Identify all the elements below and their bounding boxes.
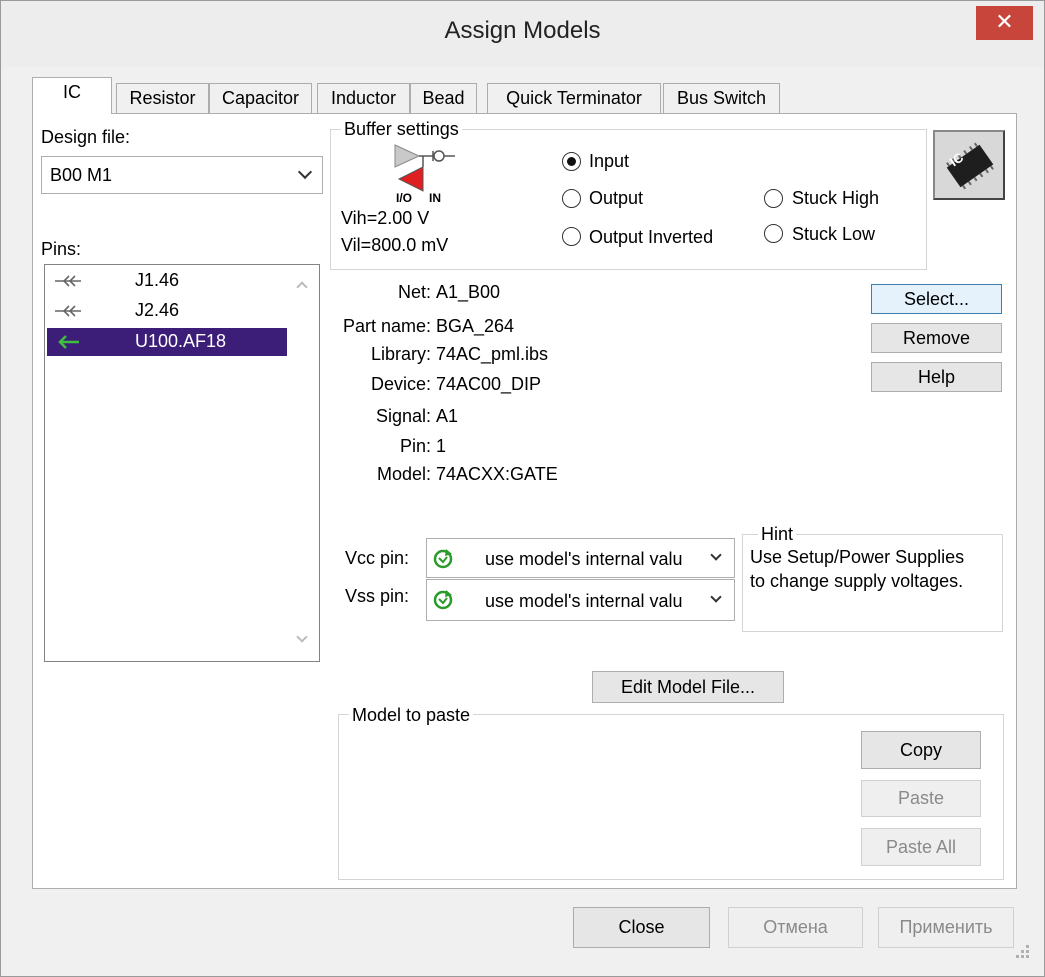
buffer-settings-title: Buffer settings [341, 119, 462, 140]
edit-model-file-button[interactable]: Edit Model File... [592, 671, 784, 703]
hint-title: Hint [758, 524, 797, 545]
resize-grip-icon[interactable] [1013, 942, 1031, 960]
ic-chip-icon: IC [933, 130, 1005, 200]
tab-resistor[interactable]: Resistor [116, 83, 209, 113]
apply-button[interactable]: Применить [878, 907, 1014, 948]
in-label: IN [429, 191, 441, 205]
hint-line-2: to change supply voltages. [750, 571, 964, 591]
tab-capacitor[interactable]: Capacitor [209, 83, 312, 113]
model-to-paste-title: Model to paste [349, 705, 474, 726]
assign-models-dialog: Assign Models ✕ IC Resistor Capacitor In… [0, 0, 1045, 977]
vih-value: Vih=2.00 V [341, 208, 430, 228]
vss-pin-value: use model's internal valu [485, 591, 683, 611]
list-item[interactable]: J1.46 [47, 267, 287, 295]
copy-button[interactable]: Copy [861, 731, 981, 769]
part-name-label: Part name: [342, 316, 431, 336]
chevron-down-icon [297, 164, 313, 180]
list-item[interactable]: J2.46 [47, 297, 287, 325]
tab-bus-switch[interactable]: Bus Switch [663, 83, 780, 113]
design-file-label: Design file: [41, 127, 131, 147]
vcc-pin-value: use model's internal valu [485, 549, 683, 569]
scroll-down-icon[interactable] [296, 631, 308, 643]
model-label: Model: [376, 464, 431, 484]
pin-name: J2.46 [135, 300, 180, 320]
buffer-symbol-icon [394, 144, 455, 192]
signal-value: A1 [436, 406, 459, 426]
pin-name: U100.AF18 [135, 331, 227, 351]
pins-list[interactable]: J1.46 J2.46 U100.AF18 [44, 264, 320, 662]
output-inverted-radio-label: Output Inverted [589, 227, 714, 247]
output-radio[interactable] [562, 189, 581, 208]
scroll-up-icon[interactable] [296, 281, 308, 293]
output-inverted-radio[interactable] [562, 227, 581, 246]
remove-button[interactable]: Remove [871, 323, 1002, 353]
hint-line-1: Use Setup/Power Supplies [750, 547, 965, 567]
paste-button[interactable]: Paste [861, 780, 981, 817]
refresh-model-icon [433, 549, 453, 569]
library-label: Library: [370, 344, 431, 364]
tab-ic[interactable]: IC [32, 77, 112, 114]
part-name-value: BGA_264 [436, 316, 515, 336]
output-radio-label: Output [589, 188, 644, 208]
cancel-button[interactable]: Отмена [728, 907, 863, 948]
tab-bead[interactable]: Bead [410, 83, 477, 113]
close-window-button[interactable]: ✕ [976, 6, 1033, 40]
tab-quick-terminator[interactable]: Quick Terminator [487, 83, 661, 113]
input-pin-arrow-icon [58, 335, 79, 349]
pin-value: 1 [436, 436, 447, 456]
input-radio-label: Input [589, 151, 630, 171]
chevron-down-icon [710, 591, 722, 603]
design-file-value: B00 M1 [50, 165, 113, 185]
tab-inductor[interactable]: Inductor [317, 83, 410, 113]
model-value: 74ACXX:GATE [436, 464, 558, 484]
stuck-high-radio[interactable] [764, 189, 783, 208]
window-title: Assign Models [444, 17, 601, 44]
close-button[interactable]: Close [573, 907, 710, 948]
vil-value: Vil=800.0 mV [341, 235, 449, 255]
pin-label: Pin: [399, 436, 431, 456]
vss-pin-label: Vss pin: [345, 586, 410, 606]
signal-label: Signal: [375, 406, 431, 426]
chevron-down-icon [710, 549, 722, 561]
stuck-low-radio-label: Stuck Low [792, 224, 876, 244]
paste-all-button[interactable]: Paste All [861, 828, 981, 866]
vss-pin-dropdown[interactable]: use model's internal valu [426, 579, 735, 621]
title-bar: Assign Models ✕ [1, 1, 1044, 67]
bidirectional-pin-icon [55, 275, 81, 287]
device-label: Device: [370, 374, 431, 394]
input-radio[interactable] [562, 152, 581, 171]
stuck-low-radio[interactable] [764, 224, 783, 243]
io-label: I/O [396, 191, 413, 205]
vcc-pin-dropdown[interactable]: use model's internal valu [426, 538, 735, 578]
device-value: 74AC00_DIP [436, 374, 542, 394]
pins-label: Pins: [41, 239, 82, 259]
vcc-pin-label: Vcc pin: [345, 548, 410, 568]
list-item[interactable]: U100.AF18 [47, 328, 287, 356]
refresh-model-icon [433, 590, 453, 610]
design-file-dropdown[interactable]: B00 M1 [41, 156, 323, 194]
net-label: Net: [397, 282, 431, 302]
select-button[interactable]: Select... [871, 284, 1002, 314]
pin-name: J1.46 [135, 270, 180, 290]
help-button[interactable]: Help [871, 362, 1002, 392]
stuck-high-radio-label: Stuck High [792, 188, 880, 208]
bidirectional-pin-icon [55, 305, 81, 317]
net-value: A1_B00 [436, 282, 501, 302]
library-value: 74AC_pml.ibs [436, 344, 549, 364]
